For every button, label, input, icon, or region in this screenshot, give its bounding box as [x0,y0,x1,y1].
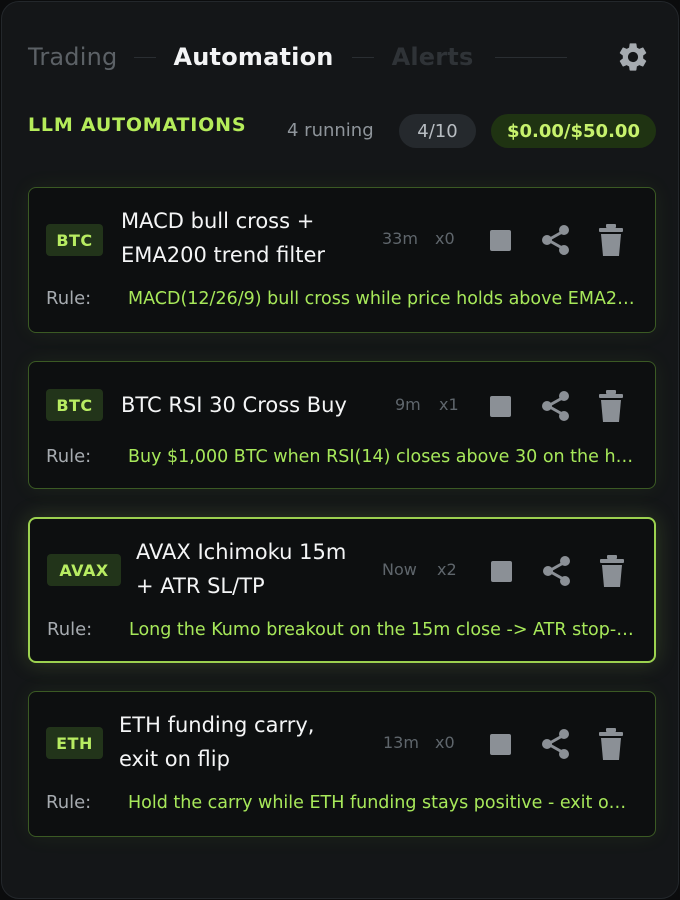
asset-tag: BTC [46,224,103,256]
automation-card-selected[interactable]: AVAX AVAX Ichimoku 15m + ATR SL/TP Now x… [28,517,656,663]
tab-automation[interactable]: Automation [173,43,333,71]
rule-text: Hold the carry while ETH funding stays p… [128,793,635,813]
automation-age: 13m [383,733,419,752]
trash-icon[interactable] [598,727,624,761]
rule-label: Rule: [47,619,93,640]
automation-title: MACD bull cross + EMA200 trend filter [121,209,326,267]
automation-card[interactable]: BTC BTC RSI 30 Cross Buy 9m x1 Rule: Buy… [28,361,656,489]
automation-card[interactable]: ETH ETH funding carry, exit on flip 13m … [28,691,656,837]
asset-tag: BTC [46,389,103,421]
share-icon[interactable] [539,223,573,257]
automation-card[interactable]: BTC MACD bull cross + EMA200 trend filte… [28,187,656,333]
automations-header: LLM AUTOMATIONS 4 running 4/10 $0.00/$50… [28,114,656,148]
trash-icon[interactable] [598,223,624,257]
stop-icon[interactable] [491,561,512,582]
automation-run-count: x0 [435,733,455,752]
stop-icon[interactable] [490,396,511,417]
asset-tag: AVAX [47,554,121,586]
rule-text: Long the Kumo breakout on the 15m close … [129,620,636,640]
share-icon[interactable] [539,727,573,761]
automation-title: BTC RSI 30 Cross Buy [121,393,347,417]
automation-age: Now [382,560,417,579]
automation-title: ETH funding carry, exit on flip [119,713,315,771]
tab-bar: Trading Automation Alerts [28,38,650,76]
share-icon[interactable] [539,389,573,423]
automation-age: 9m [395,395,421,414]
rule-label: Rule: [46,446,92,467]
rule-text: MACD(12/26/9) bull cross while price hol… [128,289,635,309]
asset-tag: ETH [46,727,103,759]
tab-divider [134,56,157,58]
automation-run-count: x2 [437,560,457,579]
tab-divider [351,56,374,58]
slot-count-badge: 4/10 [399,114,476,148]
automation-age: 33m [382,229,418,248]
trash-icon[interactable] [599,554,625,588]
automation-title: AVAX Ichimoku 15m + ATR SL/TP [136,540,347,598]
share-icon[interactable] [540,554,574,588]
running-count: 4 running [287,120,374,141]
automation-run-count: x0 [435,229,455,248]
rule-text: Buy $1,000 BTC when RSI(14) closes above… [128,447,635,467]
tab-trading[interactable]: Trading [28,43,117,71]
automation-run-count: x1 [439,395,459,414]
rule-label: Rule: [46,288,92,309]
budget-badge: $0.00/$50.00 [491,114,656,148]
gear-icon[interactable] [616,40,650,74]
section-title: LLM AUTOMATIONS [28,114,247,136]
tab-alerts[interactable]: Alerts [392,43,474,71]
stop-icon[interactable] [490,230,511,251]
trash-icon[interactable] [598,389,624,423]
tab-divider [495,56,568,58]
automation-panel: Trading Automation Alerts LLM AUTOMATION… [1,1,679,899]
stop-icon[interactable] [490,734,511,755]
rule-label: Rule: [46,792,92,813]
